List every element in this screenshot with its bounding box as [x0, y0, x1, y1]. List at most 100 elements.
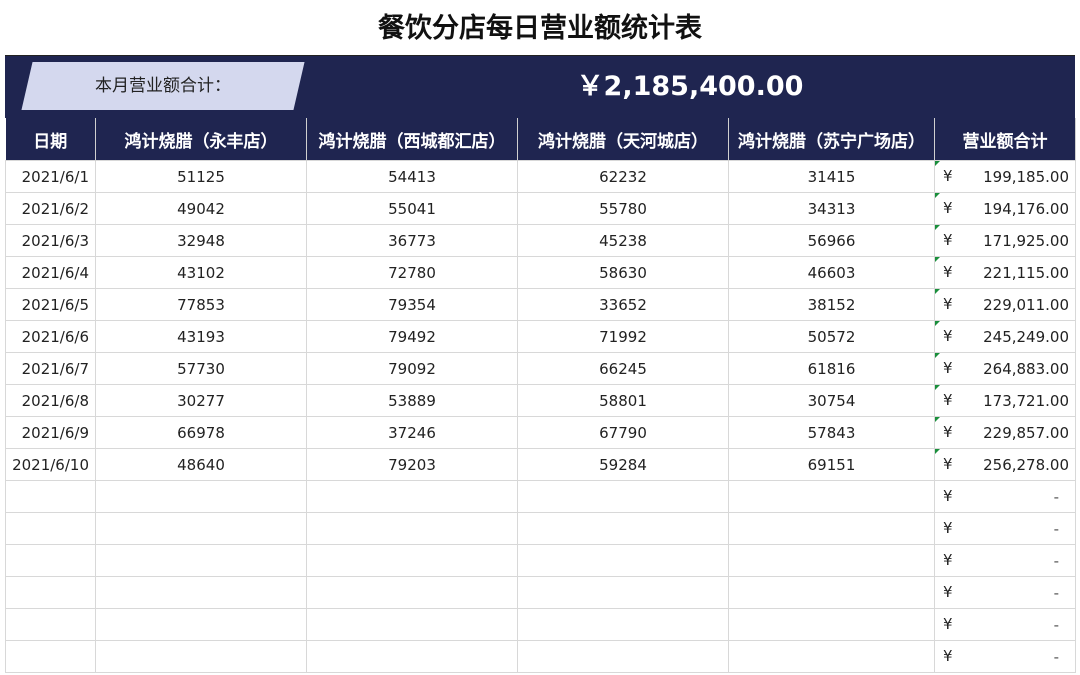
store-revenue-cell[interactable]: 54413	[306, 160, 518, 193]
store-revenue-cell[interactable]: 79492	[306, 320, 518, 353]
store-revenue-cell[interactable]: 59284	[517, 448, 729, 481]
store-revenue-cell[interactable]: 32948	[95, 224, 307, 257]
total-cell[interactable]: ¥ -	[934, 640, 1076, 673]
date-cell[interactable]	[5, 576, 96, 609]
store-revenue-cell[interactable]: 66245	[517, 352, 729, 385]
date-cell[interactable]	[5, 640, 96, 673]
store-revenue-cell[interactable]	[306, 640, 518, 673]
total-cell[interactable]: ¥ -	[934, 512, 1076, 545]
total-cell[interactable]: ¥264,883.00	[934, 352, 1076, 385]
total-cell[interactable]: ¥245,249.00	[934, 320, 1076, 353]
store-revenue-cell[interactable]	[517, 480, 729, 513]
store-revenue-cell[interactable]	[728, 640, 935, 673]
store-revenue-cell[interactable]: 56966	[728, 224, 935, 257]
store-revenue-cell[interactable]	[728, 608, 935, 641]
total-cell[interactable]: ¥171,925.00	[934, 224, 1076, 257]
date-cell[interactable]: 2021/6/10	[5, 448, 96, 481]
store-revenue-cell[interactable]: 46603	[728, 256, 935, 289]
date-cell[interactable]: 2021/6/4	[5, 256, 96, 289]
store-revenue-cell[interactable]	[517, 544, 729, 577]
store-revenue-cell[interactable]: 79354	[306, 288, 518, 321]
total-cell[interactable]: ¥ -	[934, 608, 1076, 641]
date-cell[interactable]: 2021/6/5	[5, 288, 96, 321]
store-revenue-cell[interactable]: 55780	[517, 192, 729, 225]
column-header[interactable]: 鸿计烧腊（西城都汇店）	[306, 118, 518, 161]
store-revenue-cell[interactable]	[95, 544, 307, 577]
date-cell[interactable]: 2021/6/2	[5, 192, 96, 225]
store-revenue-cell[interactable]	[95, 512, 307, 545]
store-revenue-cell[interactable]: 55041	[306, 192, 518, 225]
store-revenue-cell[interactable]	[306, 576, 518, 609]
store-revenue-cell[interactable]	[728, 512, 935, 545]
total-cell[interactable]: ¥173,721.00	[934, 384, 1076, 417]
store-revenue-cell[interactable]: 31415	[728, 160, 935, 193]
store-revenue-cell[interactable]: 37246	[306, 416, 518, 449]
column-header[interactable]: 营业额合计	[934, 118, 1076, 161]
store-revenue-cell[interactable]: 53889	[306, 384, 518, 417]
store-revenue-cell[interactable]	[306, 544, 518, 577]
total-cell[interactable]: ¥ -	[934, 544, 1076, 577]
column-header[interactable]: 日期	[5, 118, 96, 161]
store-revenue-cell[interactable]	[517, 608, 729, 641]
monthly-total-label-box[interactable]: 本月营业额合计：	[21, 62, 305, 110]
store-revenue-cell[interactable]: 38152	[728, 288, 935, 321]
total-cell[interactable]: ¥256,278.00	[934, 448, 1076, 481]
total-cell[interactable]: ¥221,115.00	[934, 256, 1076, 289]
store-revenue-cell[interactable]: 57730	[95, 352, 307, 385]
store-revenue-cell[interactable]: 43102	[95, 256, 307, 289]
total-cell[interactable]: ¥194,176.00	[934, 192, 1076, 225]
store-revenue-cell[interactable]: 43193	[95, 320, 307, 353]
store-revenue-cell[interactable]	[517, 512, 729, 545]
store-revenue-cell[interactable]: 62232	[517, 160, 729, 193]
store-revenue-cell[interactable]	[728, 576, 935, 609]
store-revenue-cell[interactable]	[95, 640, 307, 673]
store-revenue-cell[interactable]: 79092	[306, 352, 518, 385]
store-revenue-cell[interactable]: 50572	[728, 320, 935, 353]
store-revenue-cell[interactable]: 48640	[95, 448, 307, 481]
date-cell[interactable]: 2021/6/1	[5, 160, 96, 193]
store-revenue-cell[interactable]: 33652	[517, 288, 729, 321]
date-cell[interactable]: 2021/6/7	[5, 352, 96, 385]
column-header[interactable]: 鸿计烧腊（苏宁广场店）	[728, 118, 935, 161]
date-cell[interactable]: 2021/6/3	[5, 224, 96, 257]
store-revenue-cell[interactable]: 69151	[728, 448, 935, 481]
store-revenue-cell[interactable]: 57843	[728, 416, 935, 449]
total-cell[interactable]: ¥199,185.00	[934, 160, 1076, 193]
store-revenue-cell[interactable]: 72780	[306, 256, 518, 289]
monthly-total-value[interactable]: ￥2,185,400.00	[485, 56, 895, 118]
date-cell[interactable]	[5, 512, 96, 545]
date-cell[interactable]	[5, 480, 96, 513]
store-revenue-cell[interactable]: 30754	[728, 384, 935, 417]
store-revenue-cell[interactable]: 58630	[517, 256, 729, 289]
column-header[interactable]: 鸿计烧腊（天河城店）	[517, 118, 729, 161]
store-revenue-cell[interactable]: 58801	[517, 384, 729, 417]
store-revenue-cell[interactable]	[728, 480, 935, 513]
store-revenue-cell[interactable]: 67790	[517, 416, 729, 449]
store-revenue-cell[interactable]: 45238	[517, 224, 729, 257]
store-revenue-cell[interactable]: 34313	[728, 192, 935, 225]
total-cell[interactable]: ¥229,857.00	[934, 416, 1076, 449]
column-header[interactable]: 鸿计烧腊（永丰店）	[95, 118, 307, 161]
store-revenue-cell[interactable]	[95, 608, 307, 641]
date-cell[interactable]: 2021/6/6	[5, 320, 96, 353]
date-cell[interactable]	[5, 608, 96, 641]
store-revenue-cell[interactable]	[728, 544, 935, 577]
store-revenue-cell[interactable]	[306, 512, 518, 545]
store-revenue-cell[interactable]: 79203	[306, 448, 518, 481]
store-revenue-cell[interactable]: 49042	[95, 192, 307, 225]
store-revenue-cell[interactable]	[517, 576, 729, 609]
store-revenue-cell[interactable]	[517, 640, 729, 673]
store-revenue-cell[interactable]	[95, 480, 307, 513]
store-revenue-cell[interactable]: 36773	[306, 224, 518, 257]
store-revenue-cell[interactable]: 51125	[95, 160, 307, 193]
date-cell[interactable]	[5, 544, 96, 577]
store-revenue-cell[interactable]: 30277	[95, 384, 307, 417]
store-revenue-cell[interactable]	[306, 608, 518, 641]
total-cell[interactable]: ¥ -	[934, 576, 1076, 609]
total-cell[interactable]: ¥ -	[934, 480, 1076, 513]
date-cell[interactable]: 2021/6/9	[5, 416, 96, 449]
store-revenue-cell[interactable]: 71992	[517, 320, 729, 353]
date-cell[interactable]: 2021/6/8	[5, 384, 96, 417]
store-revenue-cell[interactable]: 66978	[95, 416, 307, 449]
total-cell[interactable]: ¥229,011.00	[934, 288, 1076, 321]
